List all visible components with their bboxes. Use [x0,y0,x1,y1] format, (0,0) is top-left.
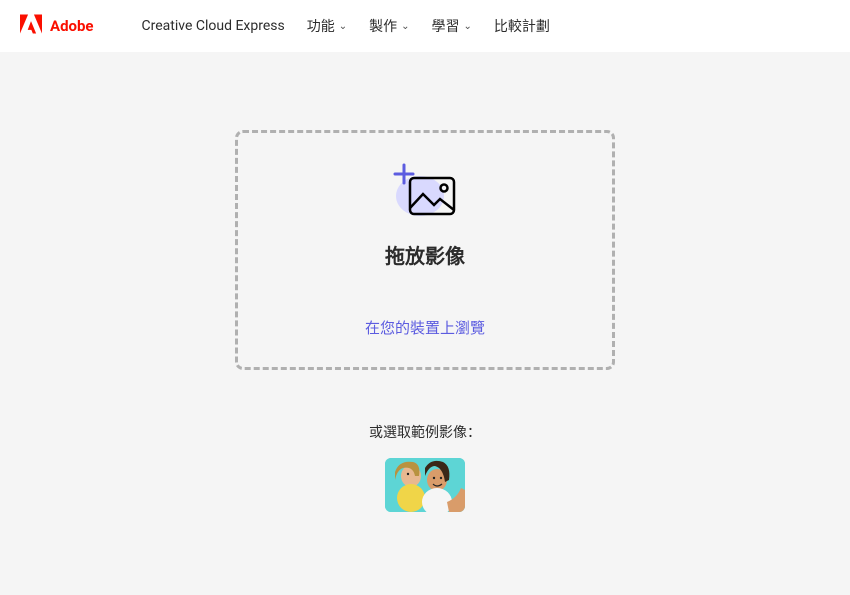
browse-device-link[interactable]: 在您的裝置上瀏覽 [365,317,485,338]
nav-create-label: 製作 [369,16,397,36]
header: Adobe Creative Cloud Express 功能 ⌄ 製作 ⌄ 學… [0,0,850,52]
nav-learn[interactable]: 學習 ⌄ [432,16,472,36]
sample-label: 或選取範例影像： [369,422,481,442]
nav-features[interactable]: 功能 ⌄ [307,16,347,36]
nav-features-label: 功能 [307,16,335,36]
chevron-down-icon: ⌄ [339,21,347,32]
nav-compare[interactable]: 比較計劃 [494,16,550,36]
dropzone-title: 拖放影像 [385,240,465,269]
nav-cce-label: Creative Cloud Express [142,18,285,34]
main-nav: Creative Cloud Express 功能 ⌄ 製作 ⌄ 學習 ⌄ 比較… [142,16,550,36]
adobe-logo-icon [20,14,42,38]
image-dropzone[interactable]: 拖放影像 在您的裝置上瀏覽 [235,130,615,370]
nav-learn-label: 學習 [432,16,460,36]
sample-image-thumb[interactable] [385,458,465,512]
chevron-down-icon: ⌄ [464,21,472,32]
chevron-down-icon: ⌄ [401,21,409,32]
adobe-logo-link[interactable]: Adobe [20,14,94,38]
sample-section: 或選取範例影像： [369,422,481,512]
main-content: 拖放影像 在您的裝置上瀏覽 或選取範例影像： [0,52,850,512]
nav-create[interactable]: 製作 ⌄ [369,16,409,36]
nav-cce[interactable]: Creative Cloud Express [142,18,285,34]
nav-compare-label: 比較計劃 [494,16,550,36]
brand-name: Adobe [50,17,94,35]
dropzone-image-icon [390,162,460,222]
